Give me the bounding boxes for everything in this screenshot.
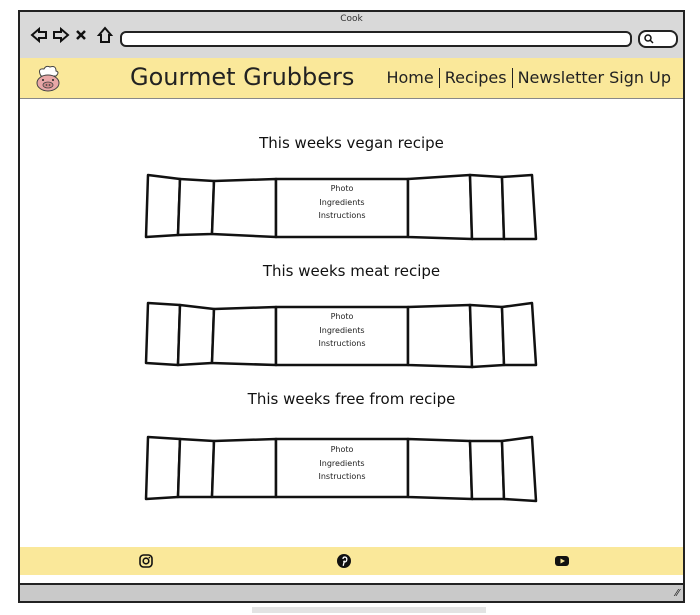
nav-newsletter-link[interactable]: Newsletter Sign Up [518,68,671,88]
vegan-recipe-carousel[interactable]: Photo Ingredients Instructions [142,171,542,241]
close-icon[interactable] [74,26,92,44]
site-footer [20,547,683,575]
chef-pig-logo-icon[interactable] [32,64,64,94]
horizontal-scrollbar[interactable] [252,607,486,613]
main-content: This weeks vegan recipe Photo Ingredient… [20,99,683,554]
forward-icon[interactable] [52,26,70,44]
youtube-icon[interactable] [554,553,570,569]
recipe-card[interactable]: Photo Ingredients Instructions [314,443,370,484]
back-icon[interactable] [30,26,48,44]
nav-home-link[interactable]: Home [386,68,433,88]
nav-divider [438,68,440,88]
card-ingredients-label: Ingredients [319,197,365,207]
nav-recipes-link[interactable]: Recipes [445,68,507,88]
address-bar[interactable] [120,31,632,47]
free-from-recipe-carousel[interactable]: Photo Ingredients Instructions [142,433,542,503]
card-instructions-label: Instructions [318,211,366,220]
browser-window: Cook Gourmet Grubbers Home Recipes Newsl… [18,10,685,603]
card-ingredients-label: Ingredients [319,325,365,335]
main-nav: Home Recipes Newsletter Sign Up [386,68,671,88]
section-title-vegan: This weeks vegan recipe [259,134,444,152]
recipe-card[interactable]: Photo Ingredients Instructions [314,310,370,351]
card-photo-label: Photo [330,312,354,321]
instagram-icon[interactable] [138,553,154,569]
card-photo-label: Photo [330,445,354,454]
card-instructions-label: Instructions [318,472,366,481]
window-title: Cook [340,14,363,24]
nav-divider [511,68,513,88]
browser-chrome: Cook [20,12,683,60]
resize-handle-icon[interactable]: ⁄⁄ [676,588,679,599]
pinterest-icon[interactable] [336,553,352,569]
section-title-meat: This weeks meat recipe [262,262,441,280]
search-button[interactable] [638,30,678,48]
card-photo-label: Photo [330,184,354,193]
recipe-card[interactable]: Photo Ingredients Instructions [314,182,370,223]
site-title[interactable]: Gourmet Grubbers [130,63,354,91]
section-title-free-from: This weeks free from recipe [247,390,456,408]
card-instructions-label: Instructions [318,339,366,348]
card-ingredients-label: Ingredients [319,458,365,468]
site-header: Gourmet Grubbers Home Recipes Newsletter… [20,58,683,99]
status-bar: ⁄⁄ [20,583,683,601]
search-icon [644,34,654,44]
home-icon[interactable] [96,26,114,44]
meat-recipe-carousel[interactable]: Photo Ingredients Instructions [142,299,542,369]
